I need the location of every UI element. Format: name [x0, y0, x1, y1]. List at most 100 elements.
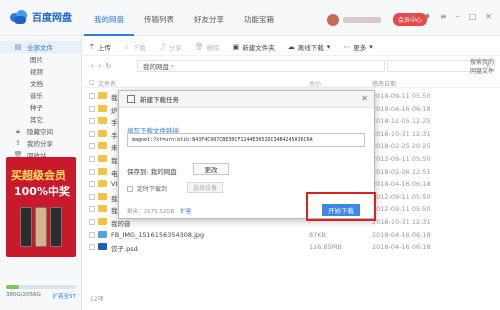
sidebar-item-other[interactable]: 其它: [0, 113, 81, 125]
sidebar-item-images[interactable]: 图片: [0, 53, 81, 65]
timer-checkbox[interactable]: [127, 185, 133, 192]
folder-icon: [98, 155, 107, 162]
tab-toolbox[interactable]: 功能宝箱: [234, 0, 284, 36]
row-checkbox[interactable]: [89, 219, 95, 225]
dialog-title: 新建下载任务: [140, 96, 179, 104]
username-blurred[interactable]: [343, 16, 381, 23]
expand-storage-link[interactable]: 扩容至5T: [53, 292, 76, 300]
sidebar-item-docs[interactable]: 文档: [0, 77, 81, 89]
sidebar-item-label: 图片: [30, 56, 43, 64]
tab-transfer-list[interactable]: 传输列表: [134, 0, 184, 36]
timer-download-option[interactable]: 定时下载到: [127, 184, 167, 193]
share-button[interactable]: ⤴ 分享: [159, 42, 182, 52]
promo-headline: 买超级会员: [11, 169, 66, 182]
file-date: 2018-04-16 06:18: [372, 243, 431, 252]
row-checkbox[interactable]: [89, 105, 95, 112]
list-header: □ 文件名 大小 修改日期: [83, 76, 500, 88]
breadcrumb[interactable]: 我的网盘 ›: [137, 60, 385, 72]
breadcrumb-current[interactable]: 我的网盘: [143, 61, 169, 71]
file-date: 2018-12-05 12:25: [372, 117, 431, 126]
table-row[interactable]: 饺子.psd 116.85MB 2018-04-16 06:18: [83, 241, 500, 253]
sidebar-item-all-files[interactable]: ▤ 全部文件: [0, 41, 81, 53]
column-name[interactable]: 文件名: [98, 79, 116, 88]
row-checkbox[interactable]: [89, 181, 95, 188]
promo-banner[interactable]: 买超级会员 100%中奖: [6, 157, 76, 257]
file-date: 2018-10-31 12:31: [372, 218, 431, 226]
sidebar-item-torrents[interactable]: 种子: [0, 101, 81, 113]
close-icon[interactable]: ✕: [485, 12, 492, 21]
file-date: 2018-04-16 06:18: [372, 230, 431, 239]
folder-plus-icon: ▣: [232, 42, 240, 51]
row-checkbox[interactable]: [89, 93, 95, 99]
folder-icon: [98, 167, 107, 175]
new-folder-button[interactable]: ▣ 新建文件夹: [233, 42, 275, 52]
maximize-icon[interactable]: □: [469, 12, 477, 21]
select-all-checkbox[interactable]: □: [89, 79, 95, 86]
window-controls: ✉ ♦ ≡ – □ ✕: [408, 12, 492, 21]
row-checkbox[interactable]: [89, 206, 95, 213]
minimize-icon[interactable]: –: [456, 12, 460, 21]
sidebar-item-hidden-space[interactable]: 🔒︎ 隐藏空间: [0, 125, 81, 137]
table-row[interactable]: FB_IMG_1516156354308.jpg 87KB 2018-04-16 0…: [83, 229, 500, 241]
delete-button[interactable]: 🗑︎ 删除: [195, 42, 220, 52]
row-checkbox[interactable]: [89, 168, 95, 175]
search-input[interactable]: 搜索我的网盘文件 ⌕: [387, 59, 495, 75]
sidebar-item-label: 隐藏空间: [27, 128, 53, 136]
row-checkbox[interactable]: [89, 118, 95, 125]
back-icon[interactable]: ‹: [91, 62, 94, 70]
offline-download-button[interactable]: ☁ 离线下载 ▾: [288, 42, 331, 52]
row-checkbox[interactable]: [89, 231, 95, 238]
row-checkbox[interactable]: [89, 156, 95, 162]
choose-device-button[interactable]: 选择设备: [187, 182, 223, 193]
sidebar-item-label: 文档: [30, 80, 43, 88]
folder-icon: [98, 129, 107, 137]
upload-button[interactable]: ⇡ 上传: [89, 42, 111, 52]
shirt-icon[interactable]: ♦: [424, 12, 431, 21]
path-bar: ‹ › ↻ 我的网盘 › 搜索我的网盘文件 ⌕: [83, 58, 500, 75]
row-checkbox[interactable]: [89, 193, 95, 200]
sidebar-item-label: 音乐: [30, 92, 43, 100]
storage-used-text: 380G/2056G: [6, 292, 41, 298]
expand-link[interactable]: 扩容: [180, 209, 191, 215]
sidebar-item-label: 我的分享: [27, 140, 53, 148]
sidebar-item-label: 种子: [30, 104, 43, 112]
file-name[interactable]: FB_IMG_1516156354308.jpg: [111, 231, 204, 239]
search-icon[interactable]: ⌕: [486, 62, 490, 71]
cloud-download-icon: ☁: [287, 42, 295, 51]
storage-fill: [6, 285, 19, 289]
folder-icon: [98, 180, 107, 188]
download-task-icon: [127, 95, 135, 103]
link-input[interactable]: magnet:?xt=urn:btih:B43F4C907CBE30CF1244…: [127, 133, 365, 147]
file-date: 2018-04-16 06:18: [372, 104, 431, 113]
change-path-button[interactable]: 更改: [193, 163, 229, 175]
file-date: 2018-02-25 20:25: [372, 142, 431, 151]
sidebar-item-videos[interactable]: 视频: [0, 65, 81, 77]
sidebar-item-music[interactable]: 音乐: [0, 89, 81, 101]
column-size[interactable]: 大小: [309, 79, 321, 88]
file-date: 2012-09-11 05:50: [372, 192, 431, 201]
mail-icon[interactable]: ✉: [408, 12, 415, 21]
file-name[interactable]: 饺子.psd: [111, 243, 138, 253]
sidebar-item-label: 视频: [30, 68, 43, 76]
more-button[interactable]: ⋯ 更多 ▾: [343, 42, 373, 52]
row-checkbox[interactable]: [89, 143, 95, 150]
refresh-icon[interactable]: ↻: [106, 62, 112, 70]
download-button[interactable]: ⇣ 下载: [124, 42, 146, 52]
close-icon[interactable]: ✕: [361, 94, 368, 103]
file-date: 2018-09-11 05:50: [372, 92, 431, 100]
sidebar-item-my-shares[interactable]: ⇪ 我的分享: [0, 137, 81, 149]
tab-my-disk[interactable]: 我的网盘: [84, 0, 134, 36]
top-bar: 百度网盘 我的网盘 传输列表 好友分享 功能宝箱 会员中心 ✉ ♦ ≡ – □ …: [0, 0, 500, 36]
avatar[interactable]: [327, 13, 339, 26]
column-date[interactable]: 修改日期: [372, 79, 396, 88]
row-checkbox[interactable]: [89, 130, 95, 137]
chevron-down-icon: ▾: [326, 42, 331, 51]
forward-icon[interactable]: ›: [98, 62, 101, 70]
row-checkbox[interactable]: [89, 244, 95, 251]
menu-icon[interactable]: ≡: [440, 12, 447, 21]
storage-bar: [6, 285, 76, 289]
file-date: 2018-02-26 12:51: [372, 167, 431, 176]
tab-friend-share[interactable]: 好友分享: [184, 0, 234, 36]
file-date: 2012-09-11 05:50: [372, 205, 431, 214]
file-name[interactable]: 我的音: [111, 218, 131, 228]
